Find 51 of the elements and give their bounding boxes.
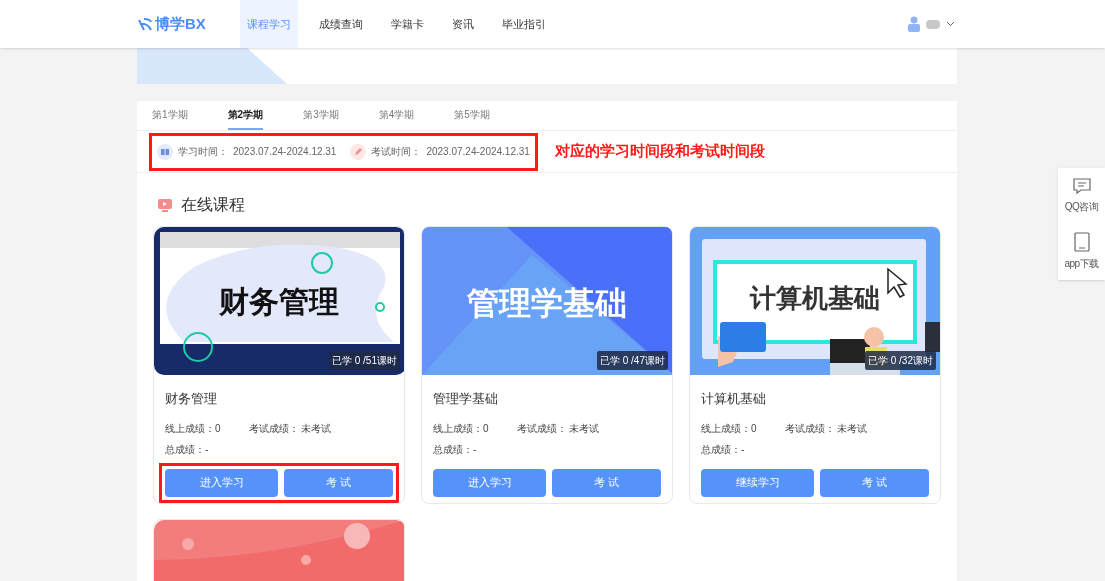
pencil-icon bbox=[350, 143, 367, 160]
semester-tab[interactable]: 第3学期 bbox=[303, 101, 339, 130]
progress-badge: 已学 0 /32课时 bbox=[864, 351, 936, 370]
course-title: 财务管理 bbox=[165, 390, 218, 408]
exam-score: 考试成绩： 未考试 bbox=[516, 421, 600, 436]
exam-score: 考试成绩： 未考试 bbox=[784, 421, 868, 436]
nav-tab[interactable]: 资讯 bbox=[445, 0, 481, 48]
exam-score: 考试成绩： 未考试 bbox=[248, 421, 332, 436]
side-tool[interactable]: app下载 bbox=[1058, 223, 1105, 280]
semester-tab[interactable]: 第4学期 bbox=[378, 101, 415, 130]
online-score: 线上成绩：0 bbox=[165, 421, 221, 436]
blurred-username bbox=[926, 19, 940, 29]
study-button[interactable]: 进入学习 bbox=[165, 468, 279, 497]
caret-icon[interactable] bbox=[946, 21, 955, 27]
section-title: 在线课程 bbox=[181, 195, 245, 215]
book-icon bbox=[157, 143, 173, 160]
course-title: 管理学基础 bbox=[433, 390, 499, 408]
exam-button[interactable]: 考 试 bbox=[284, 468, 393, 497]
total-score: 总成绩：- bbox=[433, 442, 478, 457]
nav-tab[interactable]: 毕业指引 bbox=[495, 0, 553, 48]
side-tool[interactable]: QQ咨询 bbox=[1058, 168, 1105, 223]
online-score: 线上成绩：0 bbox=[433, 421, 489, 436]
chat-icon bbox=[1071, 177, 1092, 195]
total-score: 总成绩：- bbox=[701, 442, 746, 457]
period-label: 学习时间： bbox=[178, 145, 228, 159]
course-title: 计算机基础 bbox=[701, 390, 767, 408]
progress-badge: 已学 0 /47课时 bbox=[596, 351, 668, 370]
cover-title: 计算机基础 bbox=[748, 282, 881, 315]
nav-tab[interactable]: 成绩查询 bbox=[312, 0, 370, 48]
period-value: 2023.07.24-2024.12.31 bbox=[233, 145, 337, 159]
study-button[interactable]: 继续学习 bbox=[701, 468, 815, 497]
semester-tab[interactable]: 第2学期 bbox=[227, 101, 264, 130]
period-label: 考试时间： bbox=[371, 145, 422, 159]
tablet-icon bbox=[1073, 232, 1090, 252]
nav-tab[interactable]: 课程学习 bbox=[240, 0, 298, 48]
total-score: 总成绩：- bbox=[165, 442, 210, 457]
logo-icon bbox=[137, 16, 153, 32]
cover-title: 财务管理 bbox=[218, 284, 340, 320]
semester-tab[interactable]: 第1学期 bbox=[152, 101, 188, 130]
exam-button[interactable]: 考 试 bbox=[552, 468, 661, 497]
logo-text: 博学BX bbox=[155, 13, 206, 34]
progress-badge: 已学 0 /51课时 bbox=[328, 351, 400, 370]
cover-title: 管理学基础 bbox=[466, 284, 628, 323]
nav-tab[interactable]: 学籍卡 bbox=[384, 0, 431, 48]
annotation-text: 对应的学习时间段和考试时间段 bbox=[554, 141, 765, 162]
semester-tab[interactable]: 第5学期 bbox=[454, 101, 490, 130]
exam-button[interactable]: 考 试 bbox=[820, 468, 929, 497]
online-score: 线上成绩：0 bbox=[701, 421, 757, 436]
period-value: 2023.07.24-2024.12.31 bbox=[426, 145, 530, 159]
monitor-icon bbox=[157, 197, 173, 213]
study-button[interactable]: 进入学习 bbox=[433, 468, 547, 497]
